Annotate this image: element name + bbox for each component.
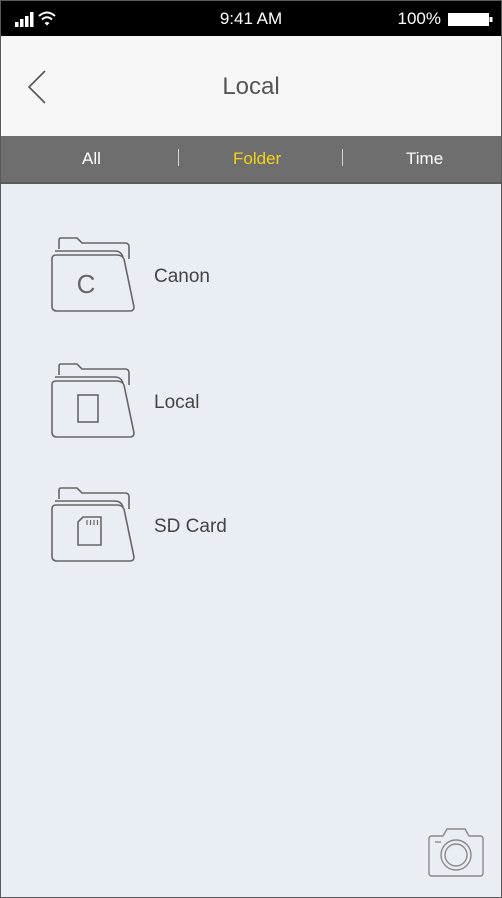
segment-divider: [178, 149, 179, 166]
canon-folder-icon: C: [51, 237, 135, 312]
svg-text:C: C: [77, 269, 96, 299]
phone-screen: 9:41 AM 100% Local All Folder Time C Can…: [0, 0, 502, 898]
battery-percent: 100%: [397, 9, 441, 28]
battery-icon: [448, 13, 493, 26]
segment-divider: [342, 149, 343, 166]
navigation-bar: Local: [1, 36, 501, 136]
folder-item-local[interactable]: Local: [1, 355, 501, 455]
local-folder-icon: [51, 363, 135, 438]
folder-item-sd-card[interactable]: SD Card: [1, 479, 501, 579]
camera-icon[interactable]: [425, 825, 487, 879]
folder-label-canon: Canon: [154, 266, 210, 287]
status-bar: 9:41 AM 100%: [1, 1, 501, 36]
page-title: Local: [222, 73, 280, 100]
view-segment-bar: All Folder Time: [1, 136, 501, 184]
tab-folder[interactable]: Folder: [233, 149, 281, 169]
folder-item-canon[interactable]: C Canon: [1, 229, 501, 329]
folder-label-local: Local: [154, 392, 200, 413]
sd-card-folder-icon: [51, 487, 135, 562]
tab-all[interactable]: All: [82, 149, 101, 169]
tab-time[interactable]: Time: [406, 149, 443, 169]
folder-label-sd-card: SD Card: [154, 516, 227, 537]
